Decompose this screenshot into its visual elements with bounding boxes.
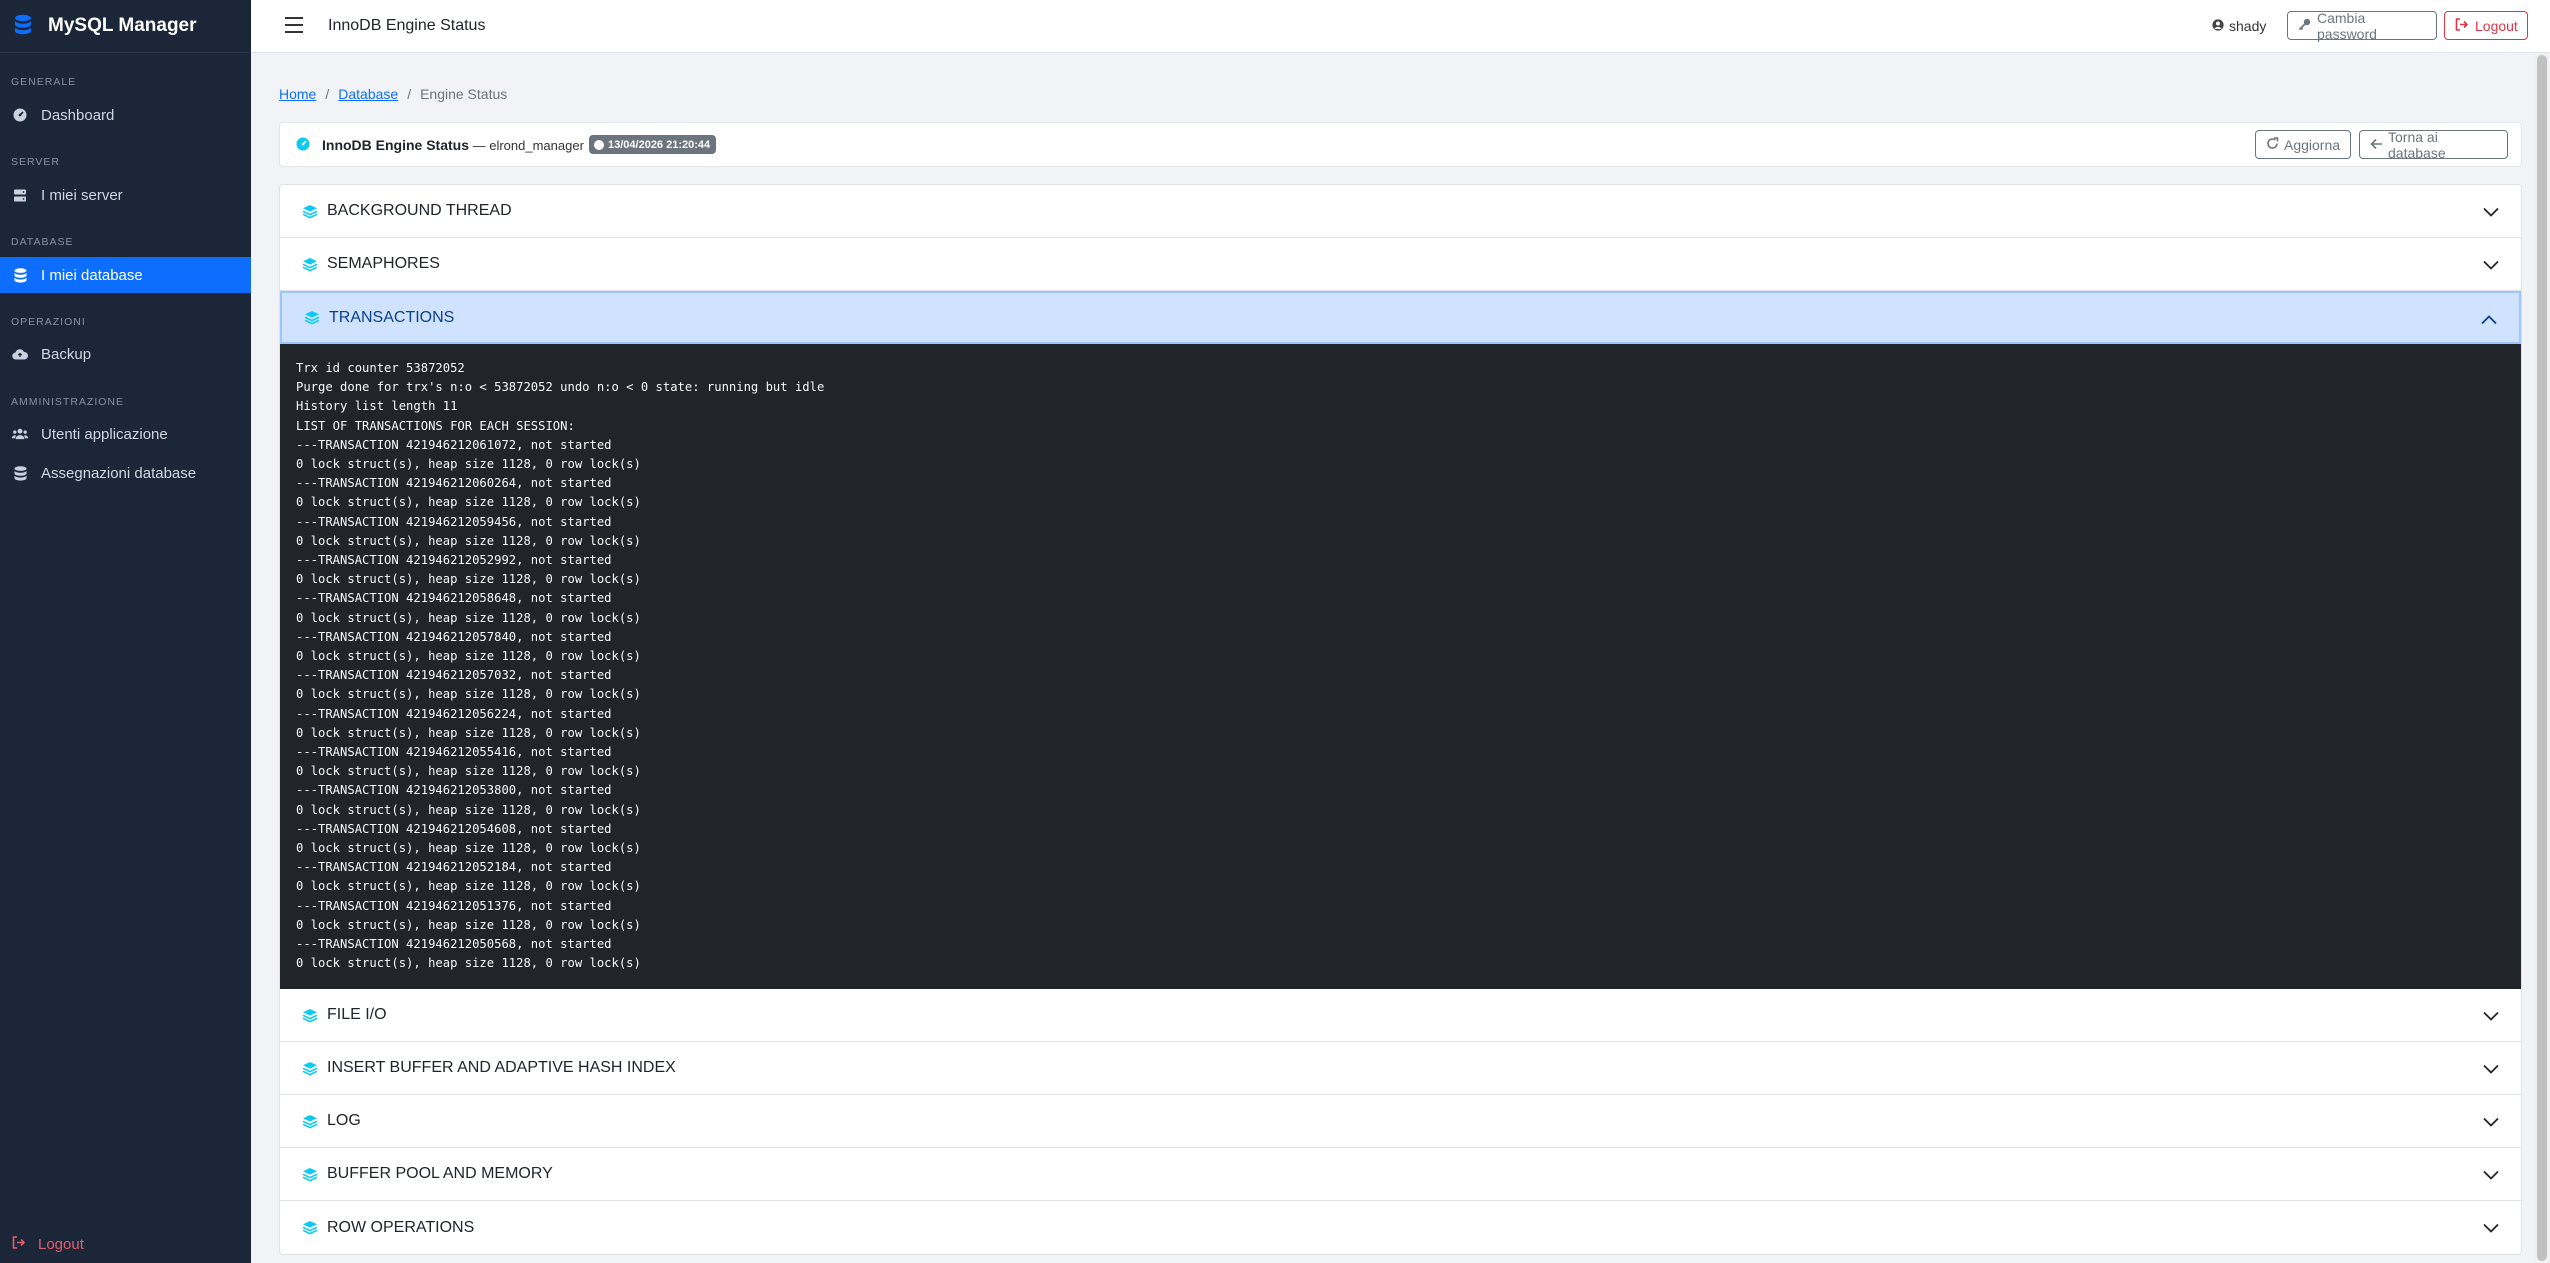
section-label-server: SERVER: [11, 156, 60, 168]
layer-group-icon: [302, 1114, 318, 1129]
breadcrumb-home[interactable]: Home: [279, 86, 316, 102]
database-icon: [12, 465, 28, 481]
breadcrumb-separator: /: [325, 86, 330, 102]
section-insert-buffer[interactable]: INSERT BUFFER AND ADAPTIVE HASH INDEX: [280, 1042, 2521, 1095]
transactions-output: Trx id counter 53872052 Purge done for t…: [280, 344, 2521, 989]
layer-group-icon: [302, 1008, 318, 1023]
section-label-database: DATABASE: [11, 236, 74, 248]
section-title: BUFFER POOL AND MEMORY: [327, 1165, 553, 1182]
section-label-amministrazione: AMMINISTRAZIONE: [11, 396, 125, 408]
sign-out-icon: [12, 1236, 26, 1253]
section-semaphores[interactable]: SEMAPHORES: [280, 238, 2521, 291]
sidebar-logout-label: Logout: [38, 1236, 84, 1253]
page-scrollbar[interactable]: [2534, 53, 2550, 1263]
chevron-down-icon: [2483, 257, 2499, 275]
section-label-operazioni: OPERAZIONI: [11, 316, 86, 328]
header-title: InnoDB Engine Status: [322, 137, 469, 153]
sidebar-item-label: I miei server: [41, 186, 123, 204]
section-title: LOG: [327, 1112, 361, 1129]
gauge-icon: [12, 107, 28, 123]
logout-label: Logout: [2475, 17, 2518, 34]
breadcrumb: Home / Database / Engine Status: [279, 86, 507, 102]
header-dash: —: [469, 138, 490, 153]
topbar: InnoDB Engine Status shady Cambia passwo…: [251, 0, 2550, 53]
section-file-io[interactable]: FILE I/O: [280, 989, 2521, 1042]
hamburger-menu-icon[interactable]: [285, 17, 303, 33]
key-icon: [2298, 18, 2311, 34]
refresh-label: Aggiorna: [2284, 136, 2341, 153]
section-title: INSERT BUFFER AND ADAPTIVE HASH INDEX: [327, 1059, 676, 1076]
status-header-title: InnoDB Engine Status — elrond_manager: [322, 137, 584, 153]
layer-group-icon: [302, 1220, 318, 1235]
sidebar-item-db-assignments[interactable]: Assegnazioni database: [0, 455, 251, 491]
arrow-left-icon: [2370, 137, 2383, 153]
brand[interactable]: MySQL Manager: [0, 0, 251, 53]
section-transactions[interactable]: TRANSACTIONS: [280, 291, 2521, 344]
refresh-button[interactable]: Aggiorna: [2255, 130, 2351, 159]
timestamp-text: 13/04/2026 21:20:44: [608, 138, 711, 151]
current-user: shady: [2212, 18, 2266, 34]
sidebar-item-app-users[interactable]: Utenti applicazione: [0, 416, 251, 452]
sidebar-item-label: I miei database: [41, 266, 143, 284]
section-title: ROW OPERATIONS: [327, 1218, 475, 1236]
cloud-upload-icon: [12, 346, 28, 362]
sidebar-item-backup[interactable]: Backup: [0, 336, 251, 372]
back-to-databases-button[interactable]: Torna ai database: [2359, 128, 2508, 161]
chevron-up-icon: [2481, 312, 2497, 330]
users-icon: [12, 426, 28, 442]
sidebar-item-databases[interactable]: I miei database: [0, 257, 251, 293]
sidebar-item-label: Backup: [41, 345, 92, 363]
layer-group-icon: [304, 310, 320, 325]
sign-out-icon: [2455, 17, 2469, 34]
change-password-label: Cambia password: [2317, 9, 2377, 42]
sidebar-logout-link[interactable]: Logout: [12, 1236, 84, 1253]
chevron-down-icon: [2483, 1220, 2499, 1238]
logout-button[interactable]: Logout: [2444, 11, 2528, 40]
layer-group-icon: [302, 1061, 318, 1076]
breadcrumb-current: Engine Status: [420, 86, 508, 102]
back-label: Torna ai database: [2388, 128, 2446, 161]
database-icon: [12, 267, 28, 283]
database-name: elrond_manager: [489, 138, 584, 153]
section-background-thread[interactable]: BACKGROUND THREAD: [280, 185, 2521, 238]
chevron-down-icon: [2483, 1167, 2499, 1185]
section-buffer-pool[interactable]: BUFFER POOL AND MEMORY: [280, 1148, 2521, 1201]
server-icon: [12, 187, 28, 203]
section-log[interactable]: LOG: [280, 1095, 2521, 1148]
scrollbar-thumb[interactable]: [2537, 55, 2547, 1261]
page-title: InnoDB Engine Status: [328, 17, 486, 34]
sidebar-item-label: Dashboard: [41, 106, 115, 124]
breadcrumb-database[interactable]: Database: [338, 86, 398, 102]
layer-group-icon: [302, 204, 318, 219]
breadcrumb-separator: /: [407, 86, 412, 102]
refresh-icon: [2266, 136, 2279, 153]
sidebar-item-label: Utenti applicazione: [41, 425, 168, 443]
section-title: TRANSACTIONS: [329, 308, 455, 326]
chevron-down-icon: [2483, 1114, 2499, 1132]
engine-status-accordion: BACKGROUND THREAD SEMAPHORES TRANSACTION…: [279, 184, 2522, 1255]
section-label-generale: GENERALE: [11, 76, 77, 88]
sidebar: MySQL Manager GENERALE Dashboard SERVER …: [0, 0, 251, 1263]
layer-group-icon: [302, 1167, 318, 1182]
chevron-down-icon: [2483, 1061, 2499, 1079]
brand-name: MySQL Manager: [48, 15, 197, 36]
sidebar-item-dashboard[interactable]: Dashboard: [0, 97, 251, 133]
section-title: FILE I/O: [327, 1006, 387, 1023]
clock-icon: [594, 139, 604, 150]
section-title: SEMAPHORES: [327, 255, 440, 272]
section-row-operations[interactable]: ROW OPERATIONS: [280, 1201, 2521, 1254]
timestamp-badge: 13/04/2026 21:20:44: [589, 135, 717, 154]
sidebar-item-label: Assegnazioni database: [41, 464, 197, 482]
username: shady: [2229, 18, 2267, 34]
chevron-down-icon: [2483, 1008, 2499, 1026]
chevron-down-icon: [2483, 204, 2499, 222]
status-header-card: InnoDB Engine Status — elrond_manager 13…: [279, 122, 2522, 167]
user-circle-icon: [2212, 18, 2224, 34]
sidebar-item-servers[interactable]: I miei server: [0, 177, 251, 213]
gauge-icon: [296, 137, 310, 156]
section-title: BACKGROUND THREAD: [327, 202, 512, 219]
layer-group-icon: [302, 257, 318, 272]
change-password-button[interactable]: Cambia password: [2287, 9, 2437, 42]
database-icon: [14, 14, 34, 38]
